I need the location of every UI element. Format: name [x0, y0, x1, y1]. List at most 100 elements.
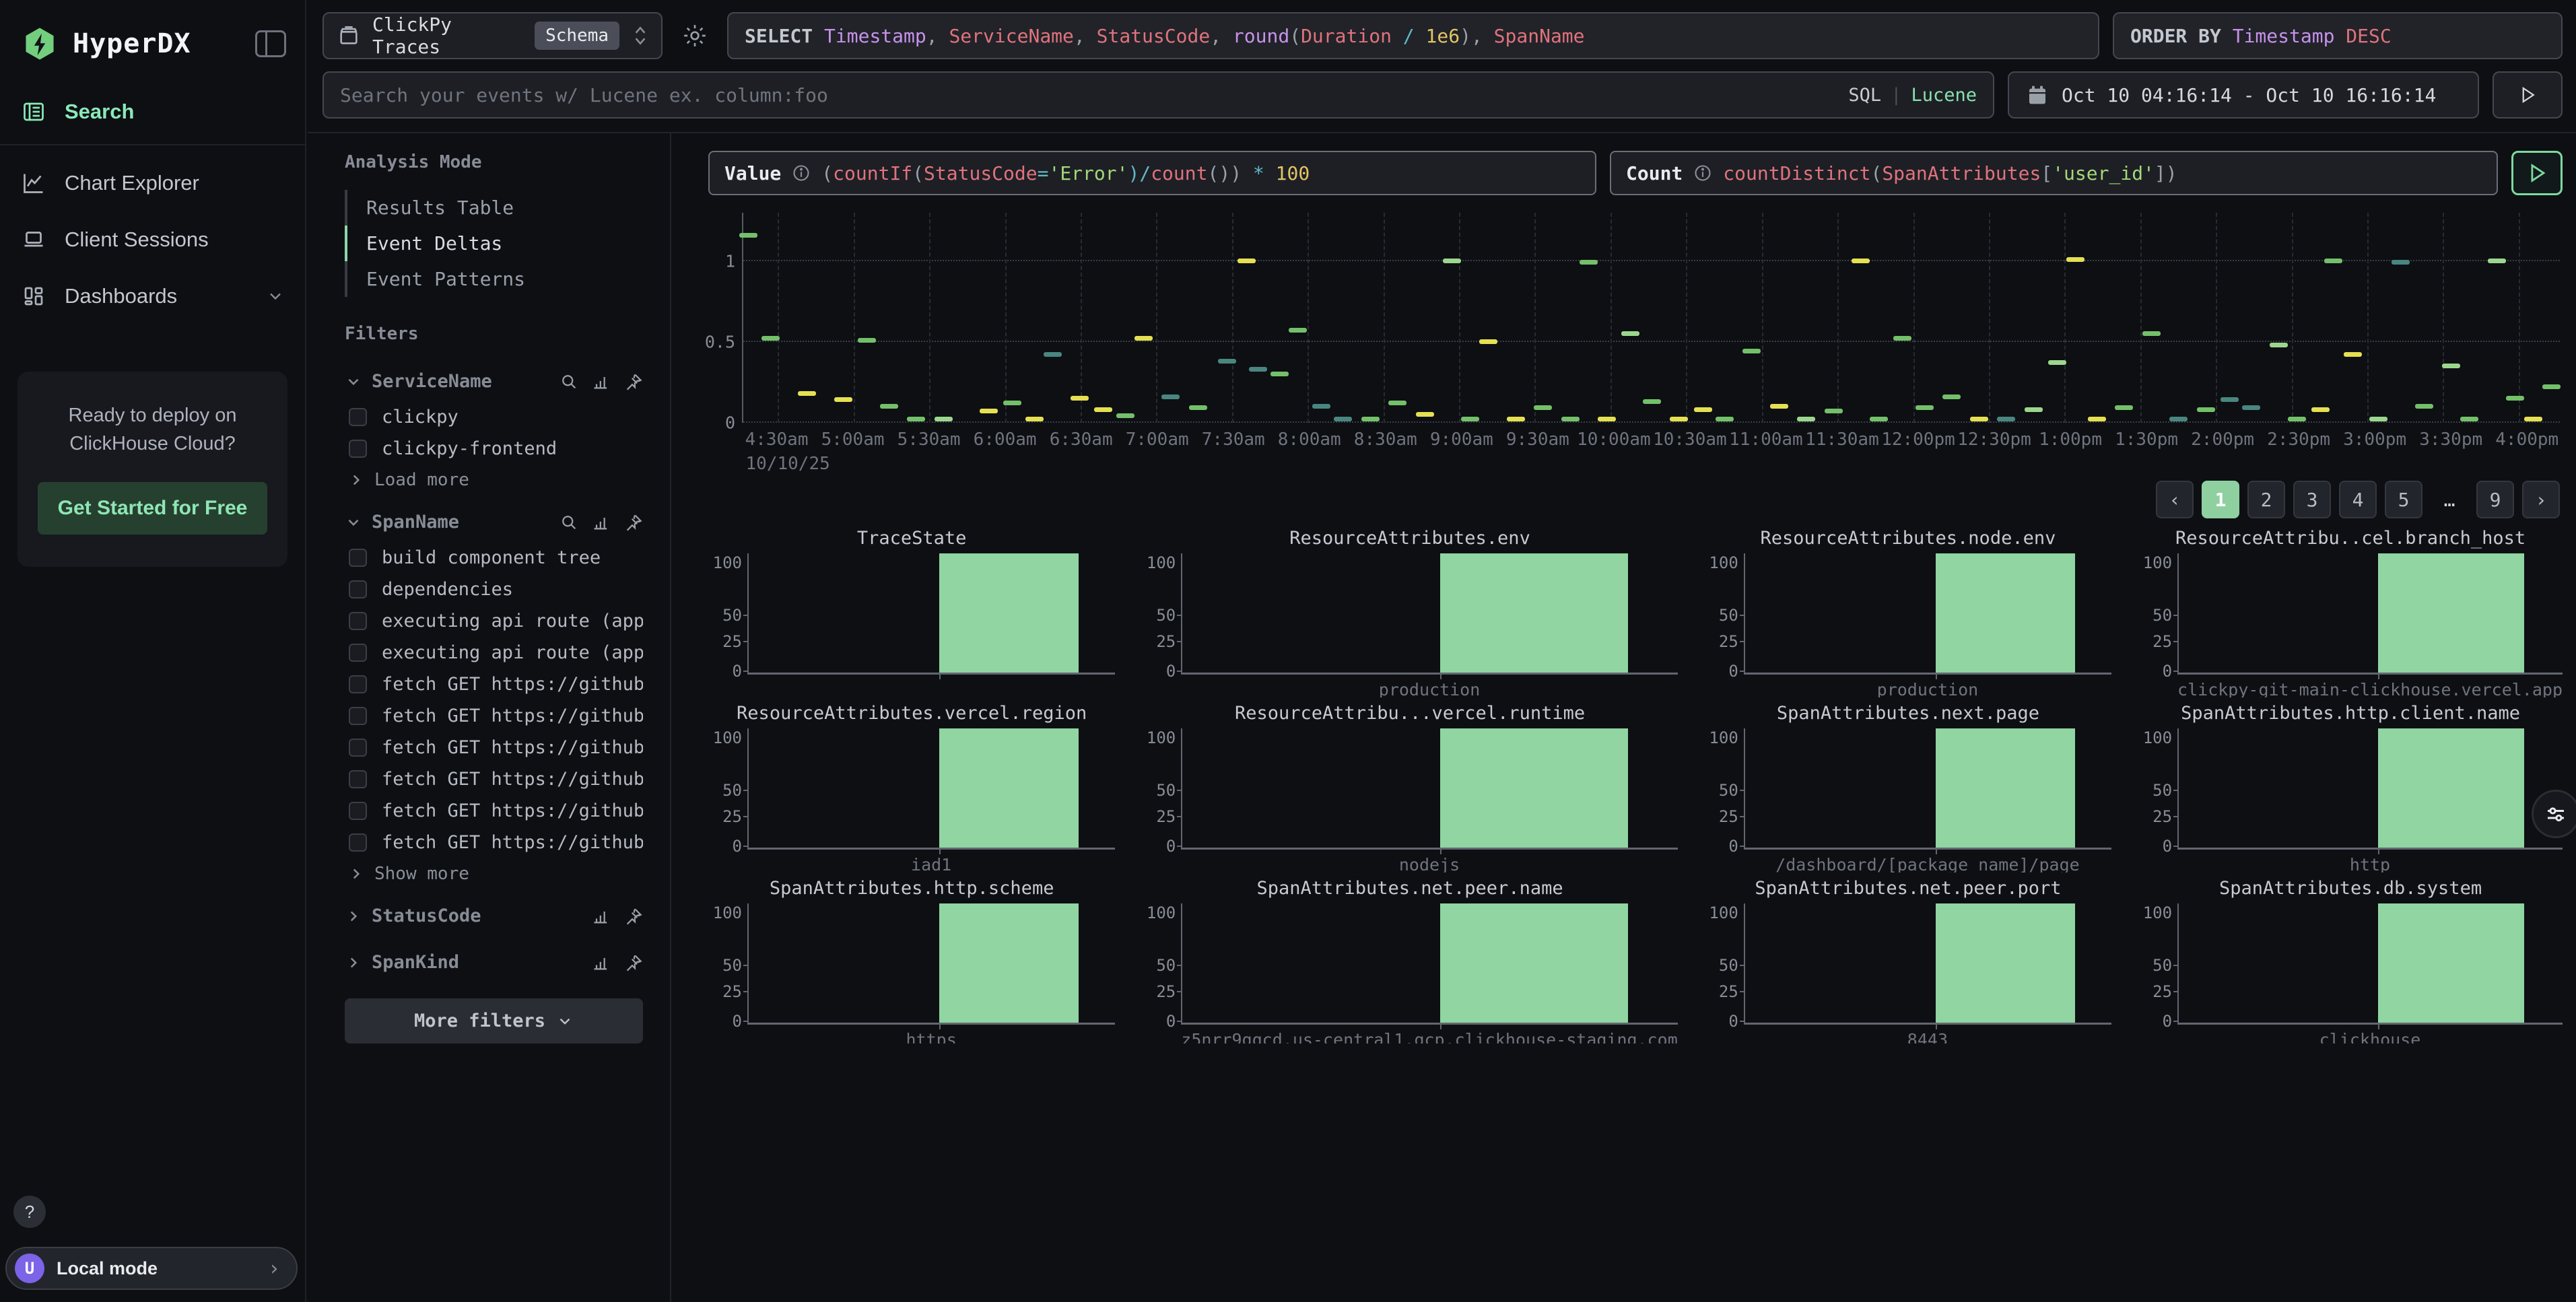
pagination-page-1[interactable]: 1	[2202, 481, 2239, 518]
attribute-chart[interactable]: ResourceAttributes.node.env10050250produ…	[1705, 528, 2111, 697]
checkbox[interactable]	[349, 802, 367, 820]
sidebar-item-search[interactable]: Search	[0, 83, 305, 140]
date-range-picker[interactable]: Oct 10 04:16:14 - Oct 10 16:16:14	[2008, 71, 2479, 118]
filter-checkbox-item[interactable]: fetch GET https://github.…	[345, 763, 643, 795]
help-button[interactable]: ?	[13, 1196, 46, 1228]
analysis-mode-event-deltas[interactable]: Event Deltas	[345, 226, 643, 261]
search-run-button[interactable]	[2493, 71, 2563, 118]
pin-icon[interactable]	[624, 513, 643, 532]
run-query-button[interactable]	[2511, 151, 2563, 195]
count-expression-input[interactable]: Count countDistinct(SpanAttributes['user…	[1610, 151, 2498, 195]
filter-checkbox-item[interactable]: build component tree	[345, 542, 643, 574]
filter-group-header-statuscode[interactable]: StatusCode	[345, 896, 643, 936]
attribute-chart[interactable]: SpanAttributes.db.system10050250clickhou…	[2138, 878, 2563, 1043]
sidebar-item-chart-explorer[interactable]: Chart Explorer	[0, 155, 305, 211]
attribute-chart[interactable]: SpanAttributes.net.peer.name10050250z5nr…	[1142, 878, 1678, 1043]
filter-checkbox-item[interactable]: executing api route (app)…	[345, 605, 643, 637]
bar-chart-icon[interactable]	[592, 513, 611, 532]
attribute-chart[interactable]: ResourceAttributes.env10050250production	[1142, 528, 1678, 697]
filter-checkbox-item[interactable]: fetch GET https://github.…	[345, 700, 643, 732]
lucene-mode-button[interactable]: Lucene	[1911, 85, 1977, 106]
collapse-sidebar-icon[interactable]	[255, 30, 286, 57]
pin-icon[interactable]	[624, 907, 643, 926]
chart-settings-fab[interactable]	[2532, 790, 2576, 838]
checkbox[interactable]	[349, 770, 367, 788]
chevron-right-icon[interactable]	[347, 865, 365, 883]
checkbox[interactable]	[349, 549, 367, 567]
attribute-chart[interactable]: ResourceAttributes.vercel.region10050250…	[708, 703, 1115, 872]
pin-icon[interactable]	[624, 953, 643, 972]
get-started-button[interactable]: Get Started for Free	[38, 482, 267, 535]
bar-chart-icon[interactable]	[592, 907, 611, 926]
checkbox[interactable]	[349, 408, 367, 426]
sidebar-item-dashboards[interactable]: Dashboards	[0, 268, 305, 324]
attribute-chart[interactable]: SpanAttributes.http.client.name10050250h…	[2138, 703, 2563, 872]
filter-checkbox-item[interactable]: dependencies	[345, 574, 643, 605]
pagination-page-3[interactable]: 3	[2293, 481, 2331, 518]
search-icon[interactable]	[560, 513, 578, 532]
checkbox[interactable]	[349, 440, 367, 458]
pagination-next-button[interactable]: ›	[2522, 481, 2560, 518]
filter-checkbox-item[interactable]: fetch GET https://github.…	[345, 795, 643, 827]
chevron-down-icon[interactable]	[345, 514, 362, 531]
pagination-page-9[interactable]: 9	[2476, 481, 2514, 518]
source-settings-button[interactable]	[676, 12, 714, 59]
sidebar-item-client-sessions[interactable]: Client Sessions	[0, 211, 305, 268]
event-deltas-chart[interactable]: 00.51 4:30am10/10/255:00am5:30am6:00am6:…	[708, 213, 2563, 477]
filter-group-header-spanname[interactable]: SpanName	[345, 502, 643, 542]
chevron-right-icon[interactable]	[347, 471, 365, 489]
search-icon[interactable]	[560, 372, 578, 391]
filter-load-more[interactable]: Load more	[345, 465, 643, 495]
sidebar: HyperDX Search Char	[0, 0, 306, 1302]
delta-mark	[2169, 417, 2188, 421]
bar-chart-icon[interactable]	[592, 372, 611, 391]
source-selector[interactable]: ClickPy Traces Schema	[323, 12, 663, 59]
pagination-page-4[interactable]: 4	[2339, 481, 2377, 518]
filter-group-header-servicename[interactable]: ServiceName	[345, 362, 643, 401]
attribute-chart[interactable]: SpanAttributes.net.peer.port100502508443	[1705, 878, 2111, 1043]
delta-mark	[2460, 417, 2478, 421]
filter-checkbox-item[interactable]: clickpy	[345, 401, 643, 433]
mini-y-tick	[2173, 615, 2179, 616]
attribute-chart[interactable]: TraceState10050250	[708, 528, 1115, 697]
filter-checkbox-item[interactable]: fetch GET https://github.…	[345, 669, 643, 700]
filter-group-header-spankind[interactable]: SpanKind	[345, 943, 643, 982]
analysis-mode-event-patterns[interactable]: Event Patterns	[345, 261, 643, 297]
pin-icon[interactable]	[624, 372, 643, 391]
attribute-chart[interactable]: ResourceAttribu...vercel.runtime10050250…	[1142, 703, 1678, 872]
event-search-input[interactable]: Search your events w/ Lucene ex. column:…	[323, 71, 1994, 118]
filter-checkbox-item[interactable]: fetch GET https://github.…	[345, 827, 643, 858]
checkbox[interactable]	[349, 644, 367, 662]
mini-y-tick	[743, 615, 749, 616]
attribute-chart[interactable]: ResourceAttribu..cel.branch_host10050250…	[2138, 528, 2563, 697]
pagination-prev-button[interactable]: ‹	[2156, 481, 2194, 518]
chevron-right-icon[interactable]	[345, 907, 362, 925]
value-expression-input[interactable]: Value (countIf(StatusCode='Error')/count…	[708, 151, 1596, 195]
filter-checkbox-item[interactable]: fetch GET https://github.…	[345, 732, 643, 763]
analysis-mode-results-table[interactable]: Results Table	[345, 190, 643, 226]
sql-mode-button[interactable]: SQL	[1848, 85, 1881, 106]
order-by-input[interactable]: ORDER BY Timestamp DESC	[2113, 12, 2563, 59]
pagination-page-5[interactable]: 5	[2385, 481, 2422, 518]
checkbox[interactable]	[349, 612, 367, 630]
filter-checkbox-item[interactable]: executing api route (app)…	[345, 637, 643, 669]
local-mode-menu[interactable]: U Local mode ›	[5, 1247, 298, 1290]
attribute-chart[interactable]: SpanAttributes.next.page10050250/dashboa…	[1705, 703, 2111, 872]
checkbox[interactable]	[349, 707, 367, 725]
pagination-page-2[interactable]: 2	[2247, 481, 2285, 518]
chevron-down-icon[interactable]	[345, 373, 362, 390]
chevron-right-icon[interactable]	[345, 954, 362, 971]
content-row: Analysis Mode Results TableEvent DeltasE…	[308, 133, 2576, 1302]
select-query-input[interactable]: SELECT Timestamp, ServiceName, StatusCod…	[727, 12, 2099, 59]
checkbox[interactable]	[349, 580, 367, 598]
y-axis-tick-label: 0	[725, 413, 735, 433]
bar-chart-icon[interactable]	[592, 953, 611, 972]
more-filters-button[interactable]: More filters	[345, 998, 643, 1043]
code-token: ())	[1208, 162, 1242, 184]
attribute-chart[interactable]: SpanAttributes.http.scheme10050250https	[708, 878, 1115, 1043]
checkbox[interactable]	[349, 833, 367, 852]
filter-show-more[interactable]: Show more	[345, 858, 643, 889]
checkbox[interactable]	[349, 675, 367, 693]
checkbox[interactable]	[349, 739, 367, 757]
filter-checkbox-item[interactable]: clickpy-frontend	[345, 433, 643, 465]
